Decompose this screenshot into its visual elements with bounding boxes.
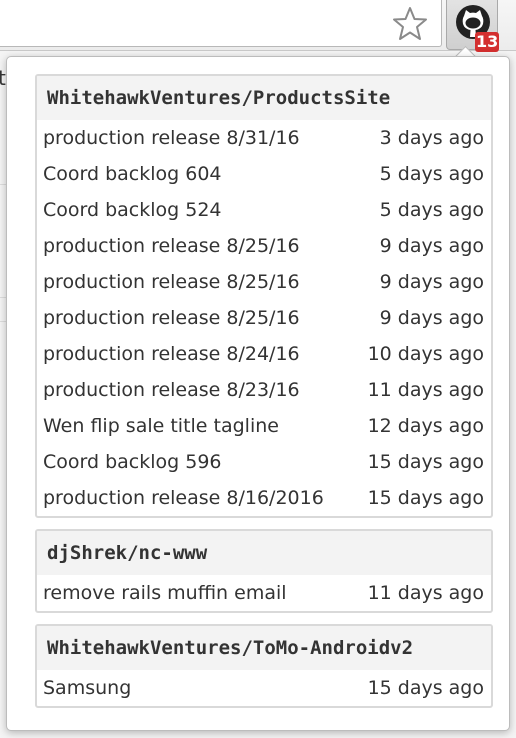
notification-time: 3 days ago [379,127,484,149]
repository-name[interactable]: djShrek/nc-www [37,531,491,575]
notification-count-badge: 13 [475,32,500,52]
notification-title: remove rails muffin email [43,582,287,604]
notification-title: production release 8/24/16 [43,343,300,365]
notification-title: production release 8/25/16 [43,307,300,329]
repository-group: WhitehawkVentures/ProductsSite production… [35,74,493,518]
notification-item[interactable]: production release 8/25/16 9 days ago [37,264,491,300]
github-extension-button[interactable]: 13 [446,0,500,52]
notification-item[interactable]: Coord backlog 524 5 days ago [37,192,491,228]
notification-item[interactable]: production release 8/24/16 10 days ago [37,336,491,372]
notification-title: production release 8/16/2016 [43,487,324,509]
notification-title: production release 8/23/16 [43,379,300,401]
notification-item[interactable]: remove rails muffin email 11 days ago [37,575,491,611]
notification-item[interactable]: Wen flip sale title tagline 12 days ago [37,408,491,444]
repository-name[interactable]: WhitehawkVentures/ProductsSite [37,76,491,120]
notification-item[interactable]: production release 8/25/16 9 days ago [37,300,491,336]
notification-time: 9 days ago [379,307,484,329]
notification-time: 15 days ago [367,451,484,473]
notification-time: 11 days ago [367,582,484,604]
notifications-popup: WhitehawkVentures/ProductsSite production… [6,56,510,731]
notification-title: Coord backlog 596 [43,451,222,473]
background-text-fragment: t [0,66,6,90]
notification-item[interactable]: Coord backlog 604 5 days ago [37,156,491,192]
repository-group: djShrek/nc-www remove rails muffin email 1… [35,529,493,613]
notification-time: 5 days ago [379,163,484,185]
repository-list: WhitehawkVentures/ProductsSite production… [35,74,493,719]
notification-title: Wen flip sale title tagline [43,415,279,437]
notification-time: 10 days ago [367,343,484,365]
notification-item[interactable]: production release 8/25/16 9 days ago [37,228,491,264]
notification-time: 15 days ago [367,487,484,509]
notification-title: Samsung [43,677,132,699]
notification-time: 9 days ago [379,271,484,293]
notification-title: production release 8/25/16 [43,235,300,257]
notification-item[interactable]: Coord backlog 596 15 days ago [37,444,491,480]
repository-name[interactable]: WhitehawkVentures/ToMo-Androidv2 [37,626,491,670]
notification-time: 11 days ago [367,379,484,401]
notification-time: 12 days ago [367,415,484,437]
notification-time: 9 days ago [379,235,484,257]
star-icon[interactable] [390,4,430,44]
notification-item[interactable]: production release 8/16/2016 15 days ago [37,480,491,516]
notification-time: 5 days ago [379,199,484,221]
notification-title: Coord backlog 524 [43,199,222,221]
notification-item[interactable]: production release 8/31/16 3 days ago [37,120,491,156]
address-bar[interactable] [0,0,442,47]
notification-title: Coord backlog 604 [43,163,222,185]
notification-time: 15 days ago [367,677,484,699]
browser-toolbar: 13 [0,0,516,52]
notification-title: production release 8/25/16 [43,271,300,293]
notification-item[interactable]: Samsung 15 days ago [37,670,491,706]
notification-item[interactable]: production release 8/23/16 11 days ago [37,372,491,408]
repository-group: WhitehawkVentures/ToMo-Androidv2 Samsung 1… [35,624,493,708]
browser-window: 13 WhitehawkVentures/ProductsSite product… [0,0,516,738]
notification-title: production release 8/31/16 [43,127,300,149]
